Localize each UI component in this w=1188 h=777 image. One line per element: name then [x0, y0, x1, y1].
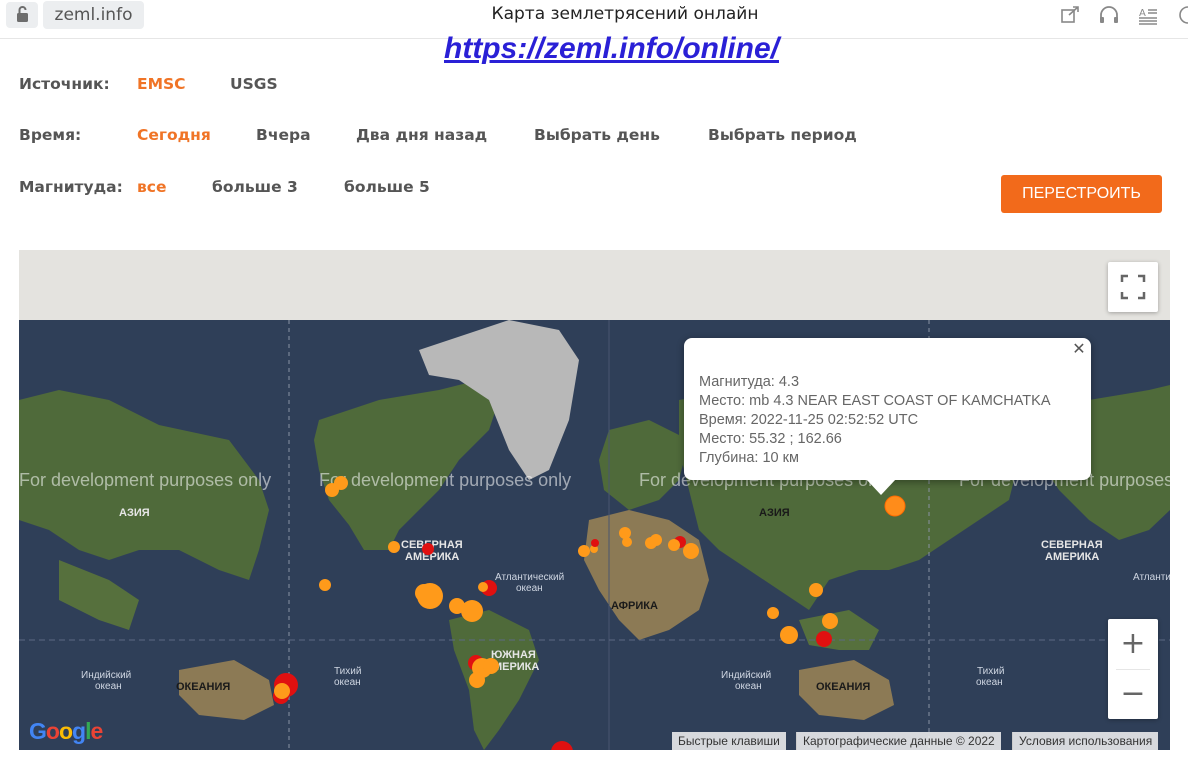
fullscreen-icon: [1120, 274, 1146, 300]
quake-marker: [809, 583, 823, 597]
label-asia-left: АЗИЯ: [119, 507, 150, 519]
site-address[interactable]: zeml.info: [43, 1, 144, 29]
label-oceania-left: ОКЕАНИЯ: [176, 681, 230, 693]
headphones-icon[interactable]: [1097, 4, 1121, 26]
label-north-america-right-1: СЕВЕРНАЯ: [1041, 539, 1103, 551]
label-pacific-right-2: океан: [976, 677, 1003, 688]
fullscreen-button[interactable]: [1108, 262, 1158, 312]
zoom-in-button[interactable]: +: [1108, 619, 1158, 669]
share-icon[interactable]: [1059, 4, 1083, 26]
time-option-pick-day[interactable]: Выбрать день: [534, 126, 660, 144]
label-indian-1: Индийский: [721, 670, 771, 681]
quake-marker: [422, 543, 434, 555]
map-canvas[interactable]: For development purposes only For develo…: [19, 250, 1170, 750]
label-africa: АФРИКА: [611, 600, 658, 612]
zoom-controls: + −: [1108, 619, 1158, 719]
quake-marker: [780, 626, 798, 644]
source-option-usgs[interactable]: USGS: [230, 75, 278, 93]
info-coordinates: Место: 55.32 ; 162.66: [699, 431, 842, 447]
quake-marker: [668, 539, 680, 551]
rebuild-button[interactable]: ПЕРЕСТРОИТЬ: [1001, 175, 1162, 213]
label-indian-left-2: океан: [95, 681, 122, 692]
infowindow-tail: [866, 479, 896, 495]
quake-marker: [591, 539, 599, 547]
label-north-america-right-2: АМЕРИКА: [1045, 551, 1099, 563]
time-option-pick-period[interactable]: Выбрать период: [708, 126, 857, 144]
quake-marker: [461, 600, 483, 622]
zoom-out-button[interactable]: −: [1108, 669, 1158, 719]
magnitude-option-all[interactable]: все: [137, 178, 167, 196]
info-depth: Глубина: 10 км: [699, 450, 799, 466]
time-option-two-days-ago[interactable]: Два дня назад: [356, 126, 487, 144]
time-label: Время:: [19, 126, 82, 144]
close-icon[interactable]: ✕: [1070, 340, 1088, 358]
infowindow-content: Магнитуда: 4.3 Место: mb 4.3 NEAR EAST C…: [699, 373, 1051, 468]
quake-marker: [622, 537, 632, 547]
google-logo[interactable]: Google: [29, 718, 103, 745]
quake-marker: [325, 483, 339, 497]
info-magnitude: Магнитуда: 4.3: [699, 374, 800, 390]
tab-title: Карта землетрясений онлайн: [491, 4, 759, 24]
source-label: Источник:: [19, 75, 110, 93]
label-atlantic-2: океан: [516, 583, 543, 594]
label-indian-left-1: Индийский: [81, 670, 131, 681]
quake-marker: [619, 527, 631, 539]
page-url-link[interactable]: https://zeml.info/online/: [444, 32, 779, 66]
quake-marker: [767, 607, 779, 619]
label-indian-2: океан: [735, 681, 762, 692]
label-asia: АЗИЯ: [759, 507, 790, 519]
quake-marker: [816, 631, 832, 647]
label-south-america-1: ЮЖНАЯ: [491, 649, 536, 661]
label-atlantic-right: Атлантиче: [1133, 572, 1170, 583]
magnitude-option-over-5[interactable]: больше 5: [344, 178, 430, 196]
label-pacific-1: Тихий: [334, 666, 361, 677]
watermark-2: For development purposes only: [319, 470, 571, 490]
info-time: Время: 2022-11-25 02:52:52 UTC: [699, 412, 919, 428]
magnitude-label: Магнитуда:: [19, 178, 123, 196]
magnitude-option-over-3[interactable]: больше 3: [212, 178, 298, 196]
reader-mode-icon[interactable]: A: [1136, 4, 1160, 26]
quake-marker: [388, 541, 400, 553]
quake-marker: [415, 584, 433, 602]
quake-marker: [483, 658, 499, 674]
source-option-emsc[interactable]: EMSC: [137, 75, 186, 93]
time-option-today[interactable]: Сегодня: [137, 126, 211, 144]
map-data-attribution[interactable]: Картографические данные © 2022: [796, 732, 1001, 750]
quake-marker: [469, 672, 485, 688]
extension-icon[interactable]: [1176, 4, 1188, 26]
label-pacific-2: океан: [334, 677, 361, 688]
terms-of-use-link[interactable]: Условия использования: [1012, 732, 1159, 750]
quake-marker: [683, 543, 699, 559]
lock-icon[interactable]: [6, 2, 38, 28]
label-pacific-right-1: Тихий: [977, 666, 1004, 677]
quake-marker: [274, 683, 290, 699]
quake-marker-kamchatka: [884, 495, 906, 517]
info-place: Место: mb 4.3 NEAR EAST COAST OF KAMCHAT…: [699, 393, 1051, 409]
quake-marker: [578, 545, 590, 557]
keyboard-shortcuts-link[interactable]: Быстрые клавиши: [672, 732, 786, 750]
earthquake-map[interactable]: For development purposes only For develo…: [19, 250, 1170, 750]
watermark-1: For development purposes only: [19, 470, 271, 490]
label-atlantic-1: Атлантический: [495, 572, 564, 583]
browser-toolbar: zeml.info Карта землетрясений онлайн A: [0, 0, 1188, 30]
quake-marker: [822, 613, 838, 629]
quake-marker: [650, 534, 662, 546]
time-option-yesterday[interactable]: Вчера: [256, 126, 311, 144]
quake-marker: [478, 582, 488, 592]
quake-marker: [319, 579, 331, 591]
label-oceania: ОКЕАНИЯ: [816, 681, 870, 693]
